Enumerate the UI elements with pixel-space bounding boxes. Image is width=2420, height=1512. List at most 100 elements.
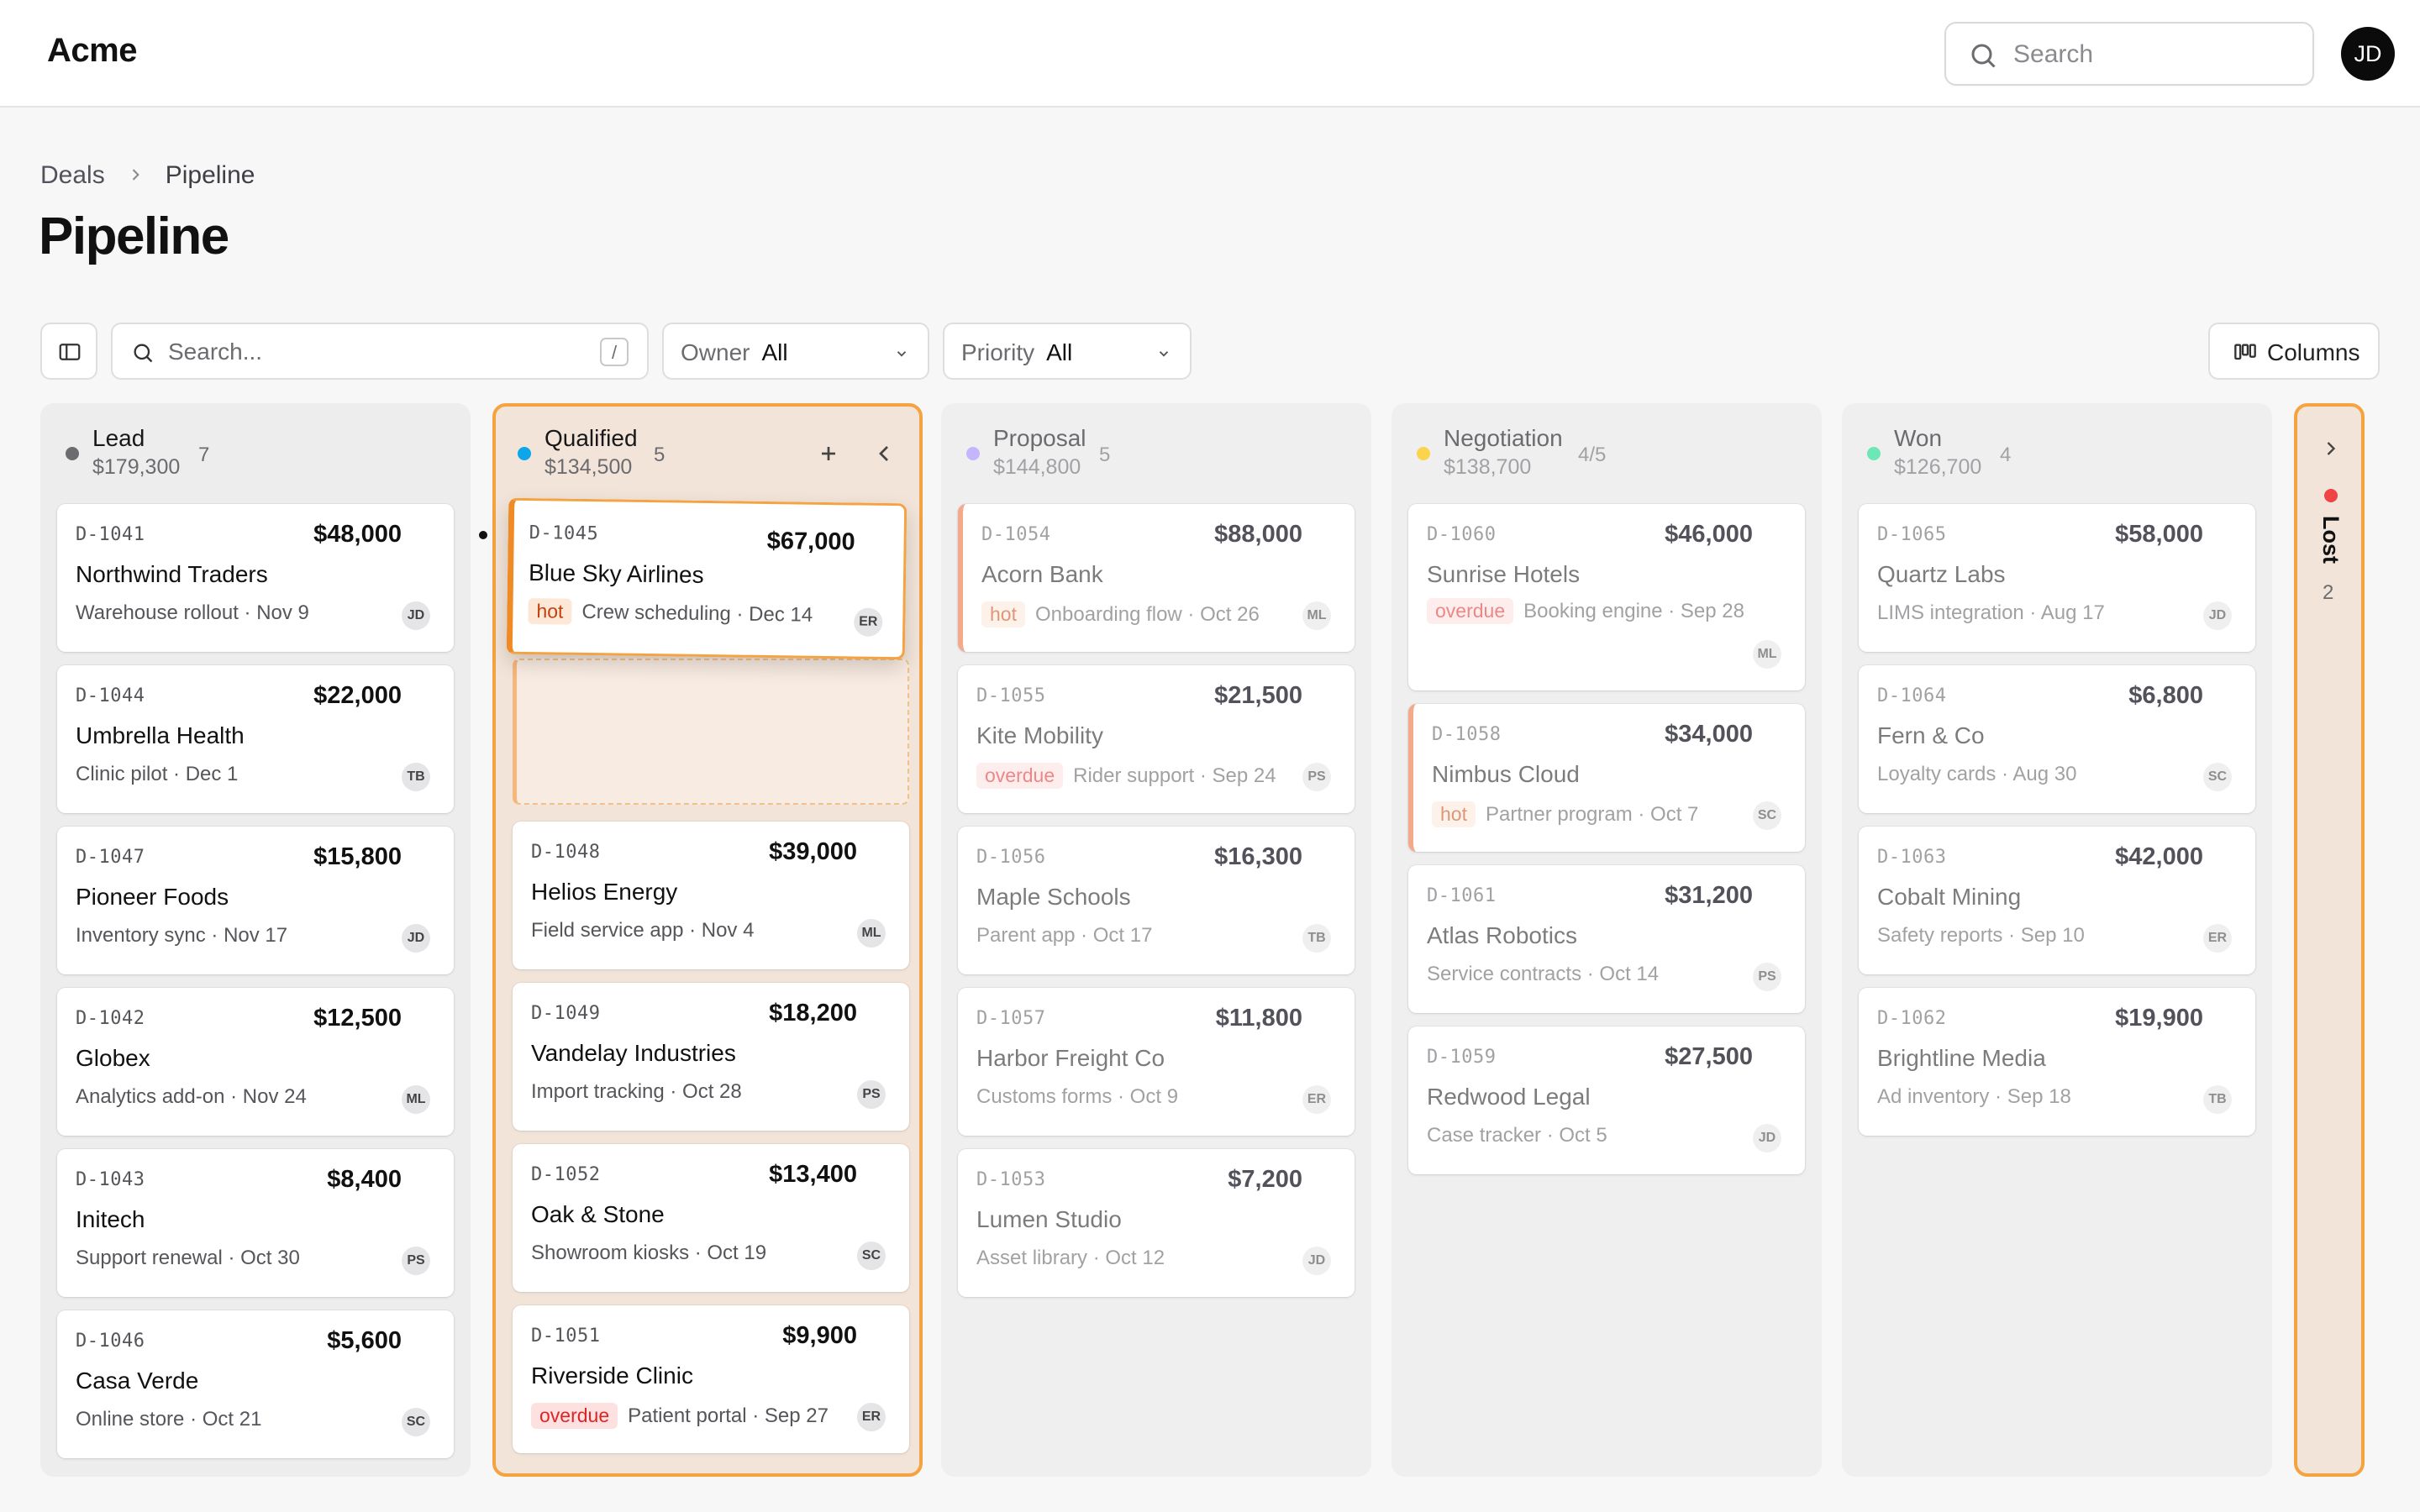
deal-subtitle: Asset library · Oct 12 (976, 1247, 1165, 1269)
drag-cursor (479, 531, 487, 539)
deal-card[interactable]: D-1058 $34,000 Nimbus Cloud hot Partner p… (1408, 704, 1805, 852)
columns-button[interactable]: Columns (2208, 323, 2380, 380)
status-dot (966, 447, 980, 460)
overdue-badge: overdue (976, 763, 1064, 789)
deal-company: Vandelay Industries (531, 1040, 736, 1066)
deal-card[interactable]: D-1056 $16,300 Maple Schools Parent app … (958, 827, 1355, 974)
deal-subtitle: Onboarding flow · Oct 26 (1034, 602, 1260, 626)
overdue-badge: overdue (531, 1403, 618, 1429)
column-count: 4/5 (1578, 444, 1607, 466)
column-negotiation: Negotiation $138,700 4/5 D-1060 $46,000 … (1392, 403, 1822, 1477)
deal-card[interactable]: D-1051 $9,900 Riverside Clinic overdue Pa… (513, 1305, 909, 1453)
columns-button-label: Columns (2267, 339, 2360, 365)
status-dot (1417, 447, 1430, 460)
deal-company: Casa Verde (76, 1368, 199, 1394)
deal-company: Globex (76, 1045, 150, 1071)
add-icon[interactable] (815, 440, 842, 467)
deal-amount: $9,900 (782, 1322, 857, 1349)
deal-card[interactable]: D-1054 $88,000 Acorn Bank hot Onboarding … (958, 504, 1355, 652)
deal-company: Nimbus Cloud (1432, 761, 1580, 787)
global-search[interactable] (1944, 22, 2314, 86)
owner-avatar: ER (854, 607, 883, 637)
deal-amount: $8,400 (327, 1166, 402, 1193)
deal-subtitle: Import tracking · Oct 28 (531, 1080, 742, 1103)
deal-card[interactable]: D-1048 $39,000 Helios Energy Field servi… (513, 822, 909, 969)
owner-avatar: ML (857, 919, 886, 948)
breadcrumb-deals[interactable]: Deals (40, 161, 105, 190)
search-icon (134, 344, 153, 363)
column-lost-collapsed[interactable]: Lost 2 (2294, 403, 2365, 1477)
deal-id: D-1055 (976, 685, 1046, 706)
status-dot (2324, 489, 2338, 502)
deal-card[interactable]: D-1057 $11,800 Harbor Freight Co Customs… (958, 988, 1355, 1136)
brand-logo[interactable]: Acme (47, 32, 137, 70)
deal-card[interactable]: D-1064 $6,800 Fern & Co Loyalty cards · … (1859, 665, 2255, 813)
expand-right-icon[interactable] (2319, 437, 2343, 460)
column-proposal: Proposal $144,800 5 D-1054 $88,000 Acorn… (941, 403, 1371, 1477)
column-title: Negotiation (1444, 425, 1563, 451)
column-total: $138,700 (1444, 455, 1532, 479)
deal-card[interactable]: D-1049 $18,200 Vandelay Industries Impor… (513, 983, 909, 1131)
dragging-deal-card[interactable]: D-1045 $67,000 Blue Sky Airlines hot Crew… (506, 497, 908, 660)
column-title: Lost (2318, 516, 2344, 564)
deal-card[interactable]: D-1044 $22,000 Umbrella Health Clinic pi… (57, 665, 454, 813)
deal-amount: $16,300 (1214, 843, 1302, 870)
owner-avatar: ER (857, 1403, 886, 1431)
deal-card[interactable]: D-1052 $13,400 Oak & Stone Showroom kios… (513, 1144, 909, 1292)
column-total: $179,300 (92, 455, 181, 479)
owner-avatar: JD (1753, 1124, 1781, 1152)
column-header: Negotiation $138,700 4/5 (1392, 403, 1822, 504)
deal-amount: $18,200 (769, 1000, 857, 1026)
deal-card[interactable]: D-1047 $15,800 Pioneer Foods Inventory s… (57, 827, 454, 974)
deal-card[interactable]: D-1053 $7,200 Lumen Studio Asset library… (958, 1149, 1355, 1297)
deal-subtitle: Partner program · Oct 7 (1485, 802, 1699, 826)
deal-id: D-1043 (76, 1169, 145, 1190)
deal-amount: $7,200 (1228, 1166, 1302, 1193)
deal-card[interactable]: D-1061 $31,200 Atlas Robotics Service co… (1408, 865, 1805, 1013)
deal-card[interactable]: D-1046 $5,600 Casa Verde Online store · … (57, 1310, 454, 1458)
deal-amount: $46,000 (1665, 521, 1753, 548)
sidebar-toggle-button[interactable] (40, 323, 97, 380)
search-icon (1971, 44, 1996, 68)
owner-filter-select[interactable]: Owner All (662, 323, 929, 380)
deal-amount: $13,400 (769, 1161, 857, 1188)
deal-card[interactable]: D-1062 $19,900 Brightline Media Ad inven… (1859, 988, 2255, 1136)
collapse-left-icon[interactable] (871, 440, 897, 467)
deal-amount: $21,500 (1214, 682, 1302, 709)
breadcrumb: Deals Pipeline (40, 161, 255, 190)
deal-subtitle: Ad inventory · Sep 18 (1877, 1085, 2071, 1108)
deal-company: Maple Schools (976, 884, 1131, 910)
deal-card[interactable]: D-1043 $8,400 Initech Support renewal · … (57, 1149, 454, 1297)
priority-filter-select[interactable]: Priority All (943, 323, 1192, 380)
deal-card[interactable]: D-1042 $12,500 Globex Analytics add-on ·… (57, 988, 454, 1136)
deal-id: D-1058 (1432, 724, 1502, 745)
top-bar: Acme JD (0, 0, 2420, 108)
user-avatar[interactable]: JD (2341, 27, 2395, 81)
deal-card[interactable]: D-1041 $48,000 Northwind Traders Warehou… (57, 504, 454, 652)
deal-card[interactable]: D-1063 $42,000 Cobalt Mining Safety repo… (1859, 827, 2255, 974)
deal-subtitle: Loyalty cards · Aug 30 (1877, 763, 2077, 785)
column-won: Won $126,700 4 D-1065 $58,000 Quartz Lab… (1842, 403, 2272, 1477)
deal-subtitle: Rider support · Sep 24 (1073, 764, 1276, 787)
deal-card[interactable]: D-1060 $46,000 Sunrise Hotels overdue Boo… (1408, 504, 1805, 690)
deal-company: Riverside Clinic (531, 1362, 693, 1389)
owner-avatar: SC (857, 1242, 886, 1270)
board-search-input[interactable] (166, 334, 573, 370)
deal-amount: $6,800 (2128, 682, 2203, 709)
deal-card[interactable]: D-1055 $21,500 Kite Mobility overdue Ride… (958, 665, 1355, 813)
deal-id: D-1041 (76, 524, 145, 545)
deal-card[interactable]: D-1065 $58,000 Quartz Labs LIMS integrat… (1859, 504, 2255, 652)
columns-icon (2234, 344, 2256, 360)
owner-filter-label: Owner (681, 339, 750, 365)
owner-avatar: SC (1753, 801, 1781, 830)
global-search-input[interactable] (2012, 35, 2301, 74)
deal-id: D-1046 (76, 1331, 145, 1352)
deal-company: Brightline Media (1877, 1045, 2046, 1071)
deal-subtitle: Parent app · Oct 17 (976, 924, 1153, 947)
deal-subtitle: Service contracts · Oct 14 (1427, 963, 1660, 985)
board-search[interactable]: / (111, 323, 649, 380)
deal-subtitle: Clinic pilot · Dec 1 (76, 763, 239, 785)
owner-avatar: PS (857, 1080, 886, 1109)
owner-avatar: ER (2203, 924, 2232, 953)
deal-card[interactable]: D-1059 $27,500 Redwood Legal Case tracke… (1408, 1026, 1805, 1174)
